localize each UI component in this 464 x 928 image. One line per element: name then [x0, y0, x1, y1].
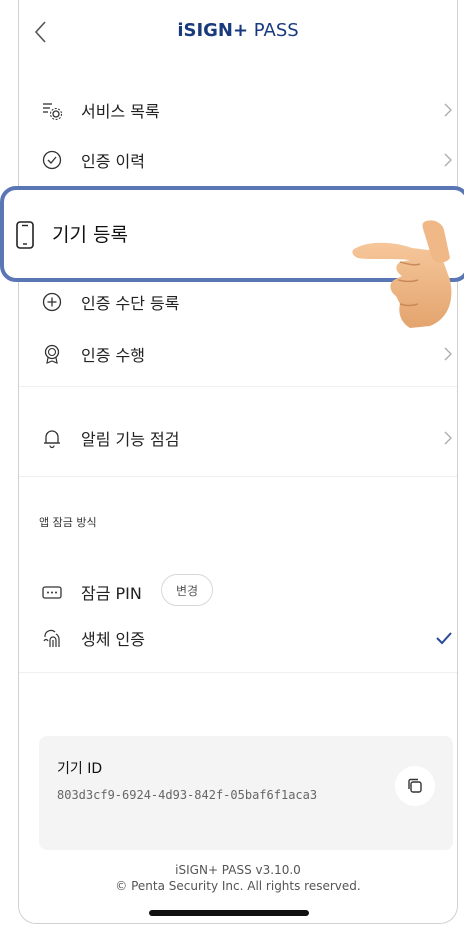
- biometric-row[interactable]: 생체 인증: [19, 618, 457, 658]
- app-title-light: PASS: [248, 20, 299, 41]
- device-id-card: 기기 ID 803d3cf9-6924-4d93-842f-05baf6f1ac…: [39, 736, 453, 850]
- menu-item-label: 인증 수단 등록: [81, 294, 180, 313]
- menu-item-notification-check[interactable]: 알림 기능 점검: [19, 418, 457, 458]
- home-indicator: [149, 910, 309, 916]
- copy-icon: [408, 778, 422, 793]
- pointing-hand-icon: [352, 220, 452, 328]
- header: iSIGN+ PASS: [19, 0, 457, 66]
- chevron-right-icon: [444, 431, 452, 445]
- phone-icon: [16, 221, 34, 249]
- badge-icon: [41, 343, 63, 365]
- lock-pin-row: 잠금 PIN 변경: [19, 572, 457, 612]
- chevron-right-icon: [444, 153, 452, 167]
- pin-change-button[interactable]: 변경: [161, 574, 214, 606]
- app-title-bold: iSIGN+: [177, 20, 249, 41]
- checkmark-icon: [436, 632, 452, 645]
- footer: iSIGN+ PASS v3.10.0 © Penta Security Inc…: [19, 862, 457, 894]
- copyright: © Penta Security Inc. All rights reserve…: [115, 879, 361, 893]
- bell-icon: [41, 427, 63, 449]
- divider: [19, 672, 457, 673]
- divider: [19, 476, 457, 477]
- divider: [19, 386, 457, 387]
- menu-item-label: 인증 이력: [81, 152, 145, 171]
- app-screen: iSIGN+ PASS 서비스 목록 인증 이력 인증 수단 등록 인증 수행 …: [18, 0, 458, 924]
- biometric-label: 생체 인증: [81, 630, 145, 649]
- pin-dots-icon: [41, 581, 63, 603]
- app-version: iSIGN+ PASS v3.10.0: [175, 863, 301, 877]
- fingerprint-face-icon: [41, 627, 63, 649]
- menu-item-label: 알림 기능 점검: [81, 430, 180, 449]
- device-id-value: 803d3cf9-6924-4d93-842f-05baf6f1aca3: [57, 788, 318, 802]
- service-list-icon: [41, 99, 63, 121]
- plus-circle-icon: [41, 291, 63, 313]
- app-title: iSIGN+ PASS: [19, 20, 457, 41]
- menu-item-label: 인증 수행: [81, 346, 145, 365]
- copy-button[interactable]: [395, 766, 435, 806]
- menu-item-label: 기기 등록: [52, 224, 128, 246]
- menu-item-label: 서비스 목록: [81, 102, 160, 121]
- chevron-right-icon: [444, 347, 452, 361]
- check-circle-icon: [41, 149, 63, 171]
- device-id-label: 기기 ID: [57, 761, 103, 777]
- lock-pin-label: 잠금 PIN: [81, 584, 142, 603]
- section-title-app-lock: 앱 잠금 방식: [39, 516, 97, 529]
- chevron-right-icon: [444, 103, 452, 117]
- menu-item-perform-auth[interactable]: 인증 수행: [19, 334, 457, 374]
- menu-item-service-list[interactable]: 서비스 목록: [19, 90, 457, 130]
- menu-item-auth-history[interactable]: 인증 이력: [19, 140, 457, 180]
